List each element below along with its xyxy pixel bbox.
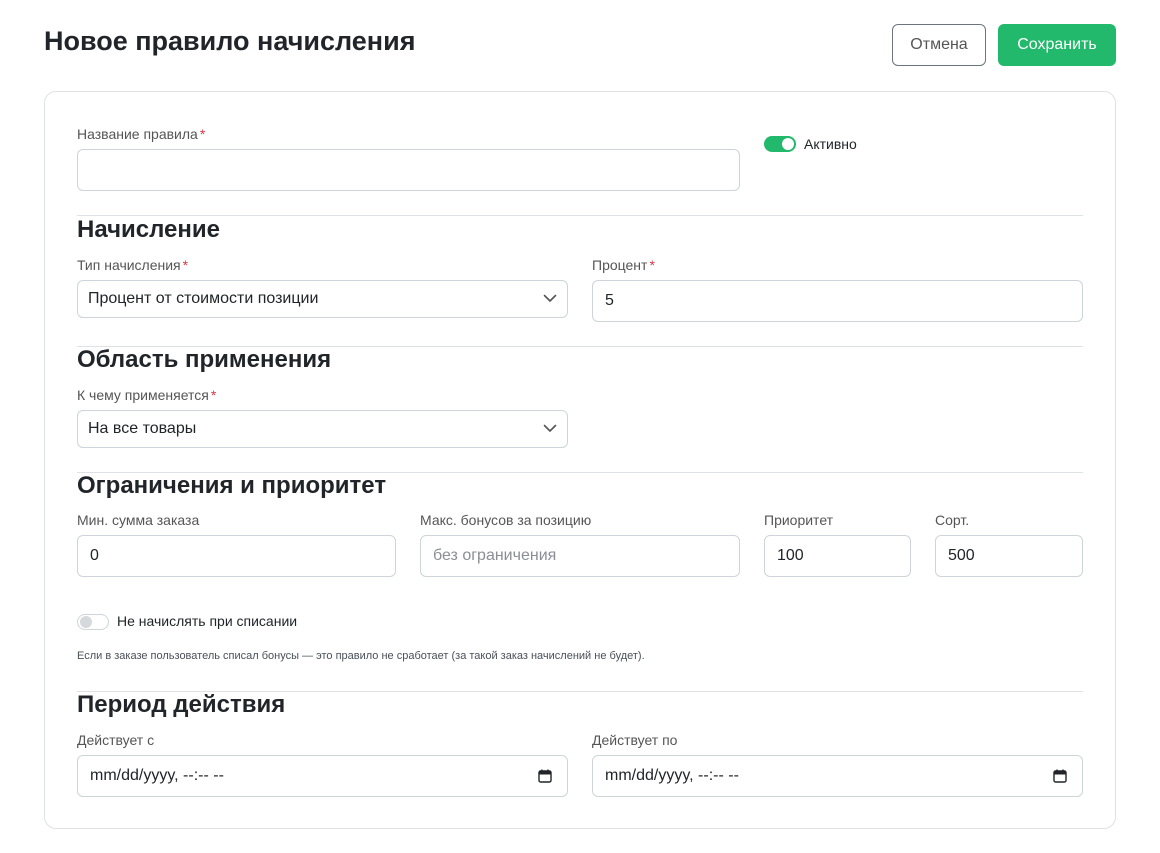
valid-from-label: Действует с [77, 732, 155, 748]
active-toggle[interactable] [764, 136, 796, 152]
valid-from-input[interactable]: mm/dd/yyyy, --:-- -- [77, 755, 568, 797]
page-title: Новое правило начисления [44, 26, 416, 56]
save-button[interactable]: Сохранить [998, 24, 1116, 66]
calendar-icon[interactable] [538, 769, 552, 783]
rule-form-card: Название правила * Активно Начисление Тип… [44, 91, 1116, 829]
chevron-down-icon [543, 294, 557, 302]
no-accrual-help-text: Если в заказе пользователь списал бонусы… [77, 650, 645, 662]
accrual-type-select[interactable]: Процент от стоимости позиции [77, 280, 568, 318]
rule-name-label-text: Название правила [77, 126, 198, 142]
applies-to-label: К чему применяется * [77, 387, 216, 403]
calendar-icon[interactable] [1053, 769, 1067, 783]
required-mark: * [199, 126, 206, 142]
accrual-type-value: Процент от стоимости позиции [88, 290, 319, 307]
toggle-knob [80, 616, 92, 628]
percent-label: Процент * [592, 257, 655, 273]
valid-to-input[interactable]: mm/dd/yyyy, --:-- -- [592, 755, 1083, 797]
percent-input[interactable]: 5 [592, 280, 1083, 322]
toggle-knob [782, 138, 794, 150]
valid-from-value: mm/dd/yyyy, --:-- -- [90, 767, 224, 784]
section-divider [77, 215, 1083, 216]
rule-name-input[interactable] [77, 149, 740, 191]
no-accrual-toggle[interactable] [77, 614, 109, 630]
percent-label-text: Процент [592, 257, 648, 273]
applies-to-select[interactable]: На все товары [77, 410, 568, 448]
min-order-input[interactable]: 0 [77, 535, 396, 577]
rule-name-label: Название правила * [77, 126, 205, 142]
required-mark: * [182, 257, 189, 273]
accrual-section-title: Начисление [77, 216, 220, 243]
accrual-type-label-text: Тип начисления [77, 257, 181, 273]
sort-input[interactable]: 500 [935, 535, 1083, 577]
required-mark: * [649, 257, 655, 273]
required-mark: * [210, 387, 217, 403]
applies-to-label-text: К чему применяется [77, 387, 209, 403]
scope-section-title: Область применения [77, 346, 332, 373]
limits-section-title: Ограничения и приоритет [77, 472, 387, 499]
chevron-down-icon [543, 424, 557, 432]
priority-label: Приоритет [764, 512, 834, 528]
active-toggle-label: Активно [804, 136, 857, 152]
cancel-button[interactable]: Отмена [892, 24, 986, 66]
valid-to-value: mm/dd/yyyy, --:-- -- [605, 767, 739, 784]
period-section-title: Период действия [77, 691, 286, 718]
max-bonus-label: Макс. бонусов за позицию [420, 512, 592, 528]
applies-to-value: На все товары [88, 420, 197, 437]
valid-to-label: Действует по [592, 732, 678, 748]
min-order-label: Мин. сумма заказа [77, 512, 200, 528]
priority-input[interactable]: 100 [764, 535, 911, 577]
no-accrual-toggle-label: Не начислять при списании [117, 613, 298, 629]
accrual-type-label: Тип начисления * [77, 257, 188, 273]
sort-label: Сорт. [935, 512, 970, 528]
max-bonus-input[interactable]: без ограничения [420, 535, 740, 577]
